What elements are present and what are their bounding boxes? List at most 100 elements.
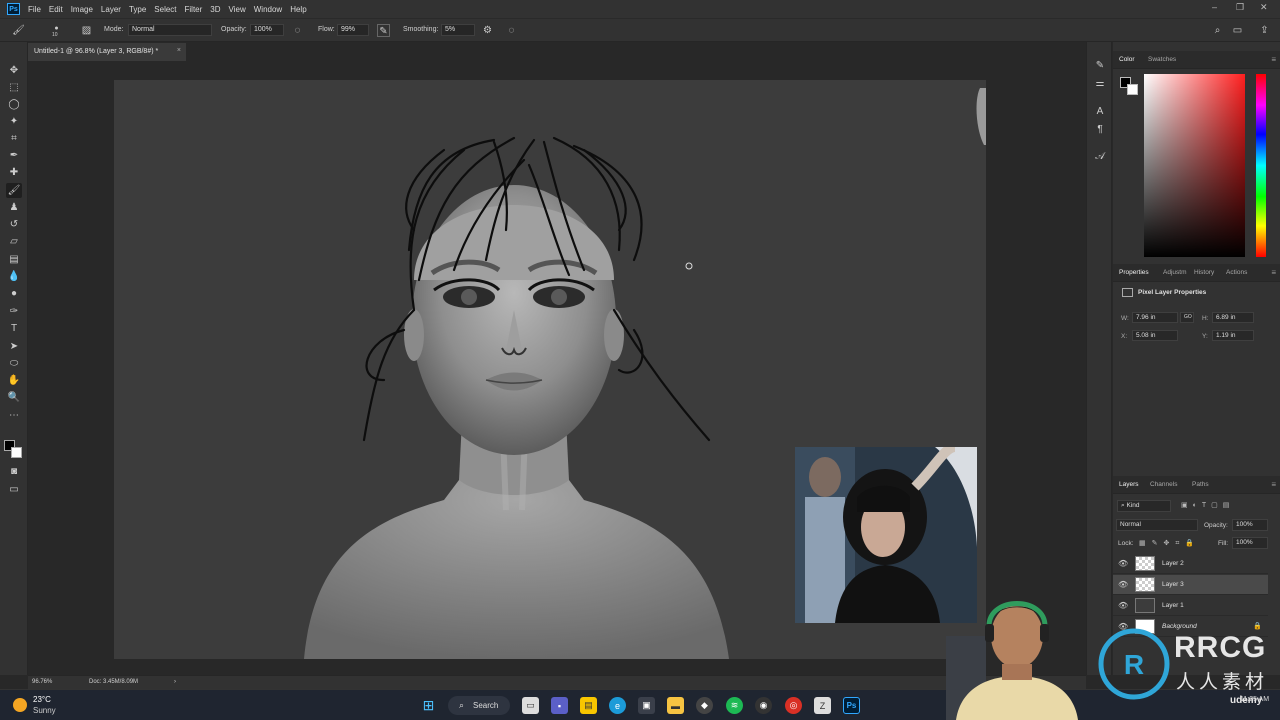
layer-row-layer-3[interactable]: 👁 Layer 3 xyxy=(1113,575,1268,595)
smoothing-field[interactable]: 5% xyxy=(441,24,475,36)
gradient-tool-icon[interactable]: ▤ xyxy=(6,252,22,267)
history-brush-tool-icon[interactable]: ↺ xyxy=(6,217,22,232)
color-picker-field[interactable] xyxy=(1144,74,1245,257)
tab-swatches[interactable]: Swatches xyxy=(1148,56,1176,63)
visibility-eye-icon[interactable]: 👁 xyxy=(1118,580,1128,589)
tab-layers[interactable]: Layers xyxy=(1119,481,1139,488)
brush-settings-panel-icon[interactable]: ✎ xyxy=(1092,58,1108,73)
file-explorer-icon[interactable]: ▬ xyxy=(667,697,684,714)
height-field[interactable]: 6.89 in xyxy=(1212,312,1254,323)
restore-icon[interactable]: ❐ xyxy=(1236,2,1244,13)
blend-mode-select[interactable]: Normal xyxy=(1116,519,1198,531)
layer-filter-select[interactable]: ⌕ Kind xyxy=(1117,500,1171,512)
width-field[interactable]: 7.96 in xyxy=(1132,312,1178,323)
pressure-opacity-icon[interactable]: ◌ xyxy=(291,24,304,37)
taskbar-search[interactable]: Search xyxy=(448,696,510,715)
quick-mask-icon[interactable]: ◙ xyxy=(6,464,22,479)
glyphs-panel-icon[interactable]: 𝒜 xyxy=(1092,149,1108,164)
lock-icons[interactable]: ▦✎✥⌗🔒 xyxy=(1139,539,1200,548)
brush-tool-icon[interactable]: 🖌 xyxy=(12,24,25,37)
tab-paths[interactable]: Paths xyxy=(1192,481,1209,488)
status-menu-arrow-icon[interactable]: › xyxy=(174,679,176,685)
share-icon[interactable]: ⇪ xyxy=(1258,24,1271,37)
document-canvas[interactable] xyxy=(114,80,986,659)
shape-tool-icon[interactable]: ⬭ xyxy=(6,356,22,371)
edge-icon[interactable]: e xyxy=(609,697,626,714)
layers-panel-menu-icon[interactable]: ≡ xyxy=(1271,480,1276,489)
magic-wand-tool-icon[interactable]: ✦ xyxy=(6,114,22,129)
tab-actions[interactable]: Actions xyxy=(1226,269,1247,276)
brush-tool-icon[interactable]: 🖌 xyxy=(6,183,22,198)
app-icon[interactable]: ◆ xyxy=(696,697,713,714)
background-color-swatch[interactable] xyxy=(11,447,22,458)
color-bg-swatch[interactable] xyxy=(1127,84,1138,95)
brush-settings-icon[interactable]: ▨ xyxy=(80,24,93,37)
obs-icon[interactable]: ◉ xyxy=(755,697,772,714)
gear-icon[interactable]: ⚙ xyxy=(481,24,494,37)
path-select-tool-icon[interactable]: ➤ xyxy=(6,339,22,354)
start-icon[interactable]: ⊞ xyxy=(420,697,437,714)
healing-tool-icon[interactable]: ✚ xyxy=(6,165,22,180)
character-panel-icon[interactable]: A xyxy=(1092,104,1108,119)
opacity-field[interactable]: 100% xyxy=(250,24,284,36)
menu-layer[interactable]: Layer xyxy=(101,5,129,14)
teams-icon[interactable]: ▪ xyxy=(551,697,568,714)
zbrush-icon[interactable]: Z xyxy=(814,697,831,714)
workspace-icon[interactable]: ▭ xyxy=(1231,24,1244,37)
close-window-icon[interactable]: ✕ xyxy=(1260,2,1268,13)
dodge-tool-icon[interactable]: ● xyxy=(6,286,22,301)
adjustments-panel-icon[interactable]: ⚌ xyxy=(1092,76,1108,91)
tab-adjustments[interactable]: Adjustm xyxy=(1163,269,1186,276)
weather-temp[interactable]: 23°C xyxy=(33,695,51,704)
tab-color[interactable]: Color xyxy=(1119,56,1135,63)
document-tab[interactable]: Untitled-1 @ 96.8% (Layer 3, RGB/8#) * × xyxy=(28,43,186,61)
visibility-eye-icon[interactable]: 👁 xyxy=(1118,601,1128,610)
color-panel-menu-icon[interactable]: ≡ xyxy=(1271,55,1276,64)
tab-properties[interactable]: Properties xyxy=(1119,269,1149,276)
mode-select[interactable]: Normal xyxy=(128,24,212,36)
lasso-tool-icon[interactable]: ◯ xyxy=(6,97,22,112)
crop-tool-icon[interactable]: ⌗ xyxy=(6,131,22,146)
menu-3d[interactable]: 3D xyxy=(210,5,228,14)
zoom-tool-icon[interactable]: 🔍 xyxy=(6,390,22,405)
menu-select[interactable]: Select xyxy=(154,5,184,14)
more-tools-icon[interactable]: ⋯ xyxy=(6,408,22,423)
eyedropper-tool-icon[interactable]: ✒ xyxy=(6,148,22,163)
hue-slider[interactable] xyxy=(1256,74,1266,257)
hand-tool-icon[interactable]: ✋ xyxy=(6,373,22,388)
y-field[interactable]: 1.19 in xyxy=(1212,330,1254,341)
screen-mode-icon[interactable]: ▭ xyxy=(6,482,22,497)
flow-field[interactable]: 99% xyxy=(337,24,369,36)
close-tab-icon[interactable]: × xyxy=(177,47,181,54)
layer-row-layer-1[interactable]: 👁 Layer 1 xyxy=(1113,596,1268,616)
properties-panel-menu-icon[interactable]: ≡ xyxy=(1271,268,1276,277)
menu-window[interactable]: Window xyxy=(254,5,290,14)
chrome-icon[interactable]: ◎ xyxy=(785,697,802,714)
menu-view[interactable]: View xyxy=(229,5,254,14)
menu-filter[interactable]: Filter xyxy=(185,5,211,14)
menu-type[interactable]: Type xyxy=(129,5,154,14)
photoshop-taskbar-icon[interactable]: Ps xyxy=(843,697,860,714)
layer-row-layer-2[interactable]: 👁 Layer 2 xyxy=(1113,554,1268,574)
visibility-eye-icon[interactable]: 👁 xyxy=(1118,559,1128,568)
menu-image[interactable]: Image xyxy=(71,5,101,14)
fill-field[interactable]: 100% xyxy=(1232,537,1268,549)
blur-tool-icon[interactable]: 💧 xyxy=(6,269,22,284)
tab-channels[interactable]: Channels xyxy=(1150,481,1177,488)
layer-filter-icons[interactable]: ▣◐T▢▤ xyxy=(1181,501,1234,509)
minimize-icon[interactable]: – xyxy=(1212,2,1217,12)
task-view-icon[interactable]: ▭ xyxy=(522,697,539,714)
zoom-level[interactable]: 96.76% xyxy=(32,679,52,685)
pressure-size-icon[interactable]: ◌ xyxy=(505,24,518,37)
menu-edit[interactable]: Edit xyxy=(49,5,71,14)
paragraph-panel-icon[interactable]: ¶ xyxy=(1092,122,1108,137)
menu-help[interactable]: Help xyxy=(290,5,314,14)
x-field[interactable]: 5.08 in xyxy=(1132,330,1178,341)
link-dimensions-icon[interactable]: GO xyxy=(1180,312,1194,323)
marquee-tool-icon[interactable]: ⬚ xyxy=(6,80,22,95)
store-icon[interactable]: ▣ xyxy=(638,697,655,714)
sticky-notes-icon[interactable]: ▤ xyxy=(580,697,597,714)
layer-opacity-field[interactable]: 100% xyxy=(1232,519,1268,531)
spotify-icon[interactable]: ≋ xyxy=(726,697,743,714)
stamp-tool-icon[interactable]: ♟ xyxy=(6,200,22,215)
